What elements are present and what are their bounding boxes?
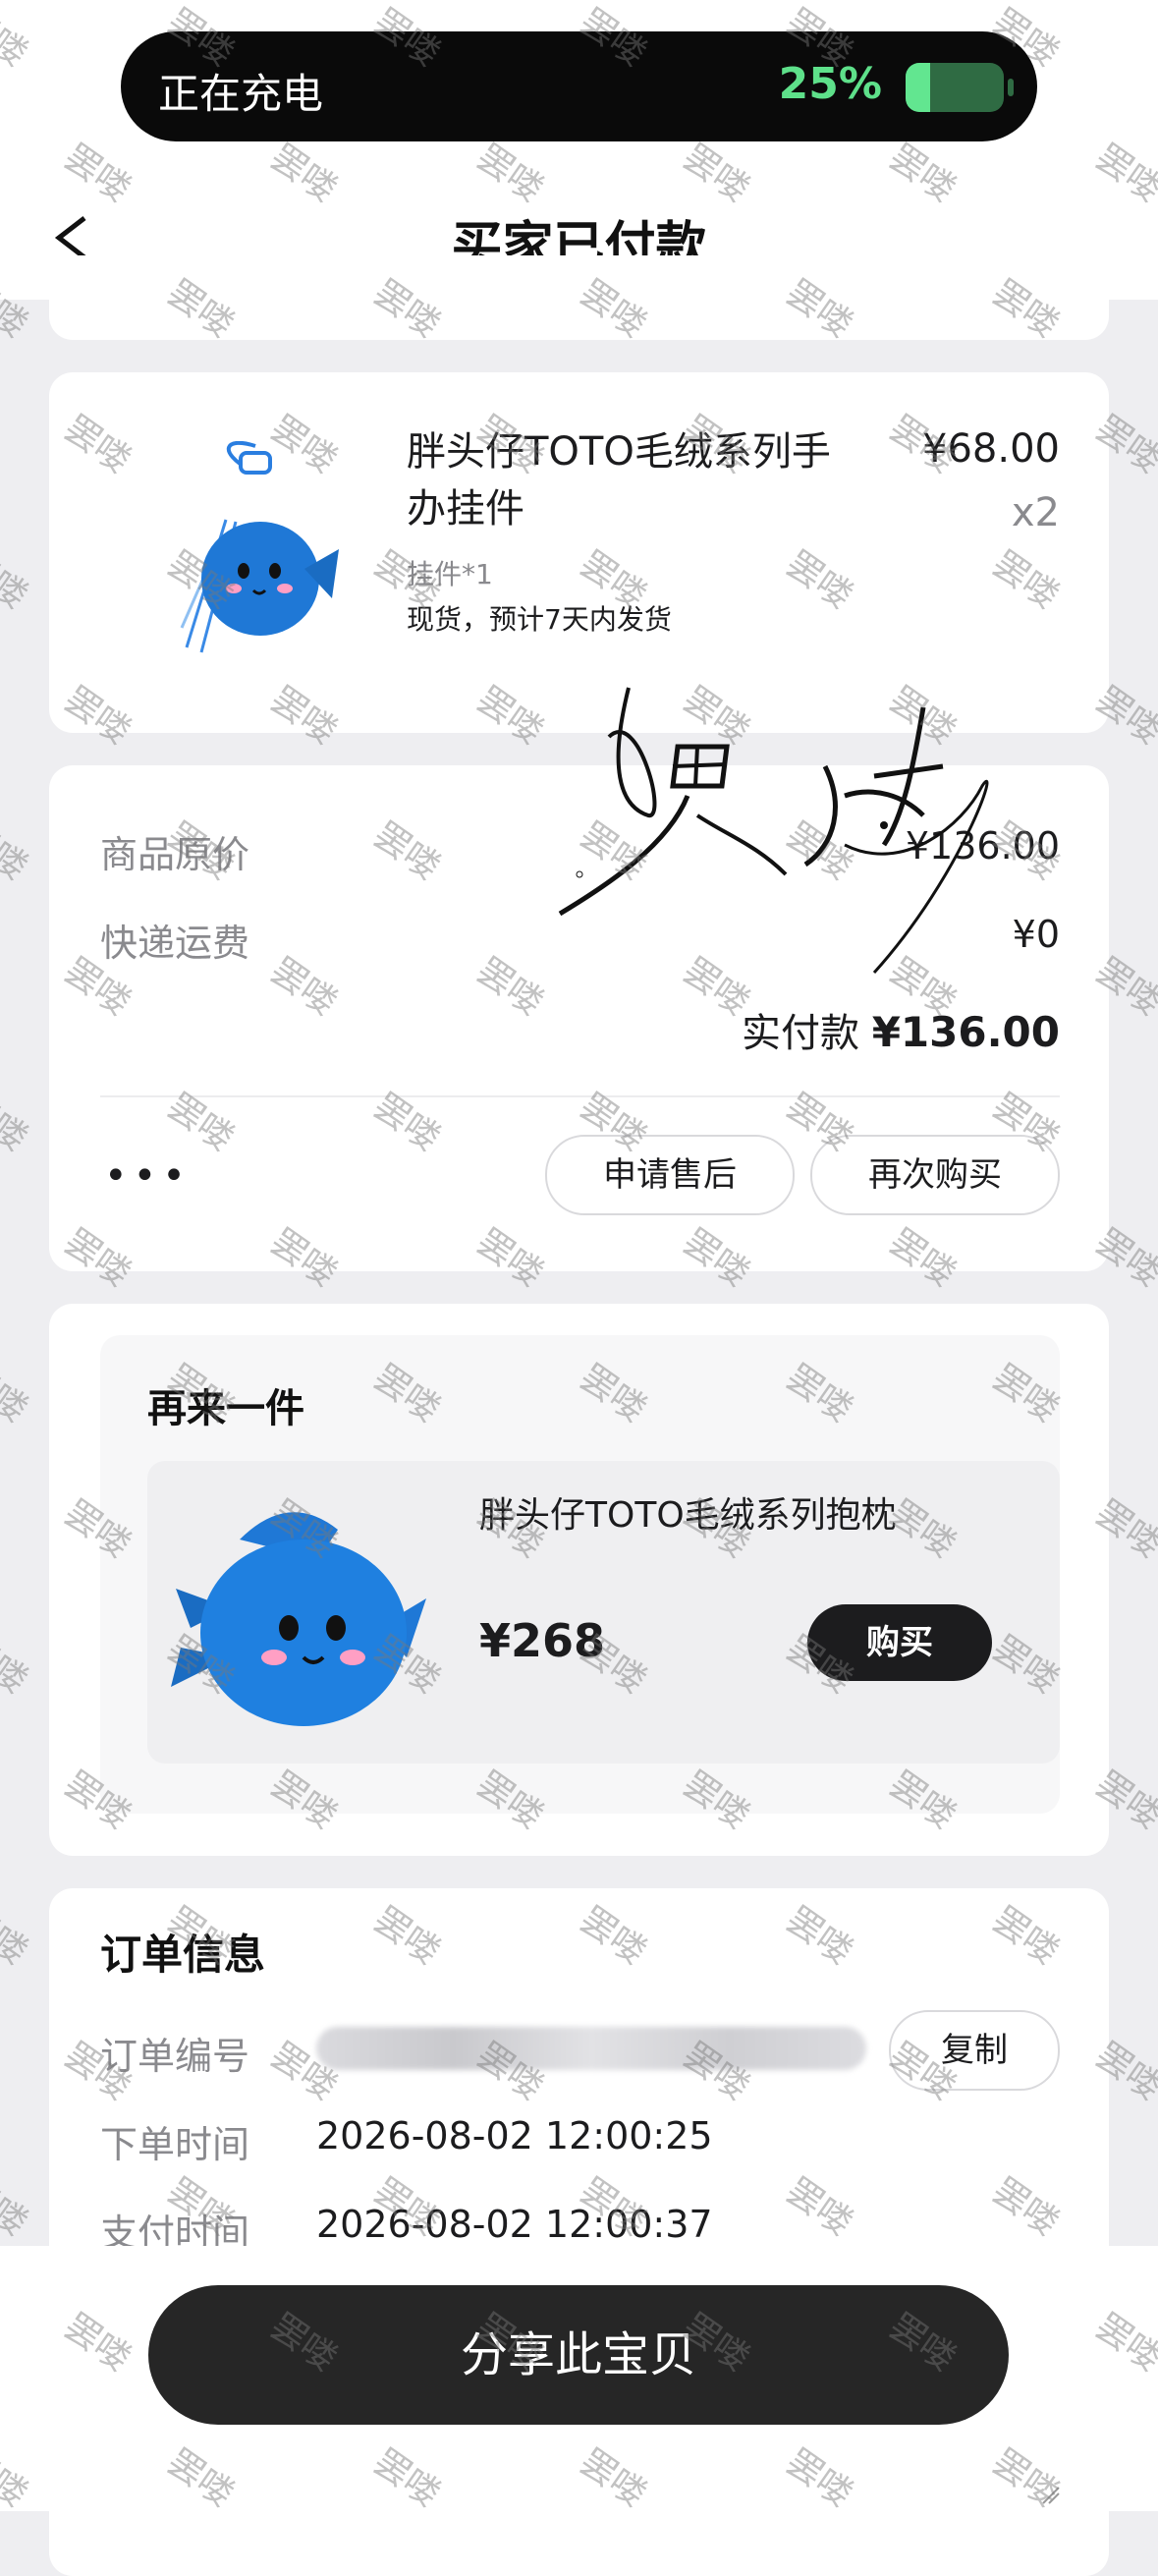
rebuy-button[interactable]: 再次购买 bbox=[810, 1135, 1060, 1215]
product-name: 胖头仔TOTO毛绒系列手办挂件 bbox=[407, 429, 831, 532]
battery-fill bbox=[906, 63, 930, 112]
watermark-text: 罢喽 bbox=[0, 814, 35, 889]
buy-again-panel: 再来一件 胖头仔TOTO毛绒系列抱枕 ¥268 购买 bbox=[100, 1335, 1060, 1814]
paid-label: 实付款 bbox=[741, 1011, 859, 1056]
copy-button[interactable]: 复制 bbox=[889, 2010, 1060, 2091]
order-time-label: 下单时间 bbox=[100, 2123, 250, 2166]
charging-label: 正在充电 bbox=[158, 70, 324, 118]
recommended-item[interactable]: 胖头仔TOTO毛绒系列抱枕 ¥268 购买 bbox=[147, 1461, 1060, 1764]
order-number-label: 订单编号 bbox=[100, 2035, 250, 2078]
watermark-text: 罢喽 bbox=[0, 2170, 35, 2245]
original-price-label: 商品原价 bbox=[100, 833, 250, 876]
order-info-title: 订单信息 bbox=[100, 1931, 266, 1979]
bottom-action-bar: 分享此宝贝 bbox=[0, 2246, 1158, 2511]
battery-percent: 25% bbox=[778, 59, 882, 109]
buy-button[interactable]: 购买 bbox=[807, 1604, 992, 1681]
product-spec: 挂件*1 bbox=[407, 558, 493, 590]
more-options-button[interactable]: ••• bbox=[104, 1153, 192, 1199]
recommended-item-price: ¥268 bbox=[479, 1614, 606, 1667]
battery-icon bbox=[906, 63, 1014, 112]
product-thumbnail bbox=[180, 441, 339, 653]
watermark-text: 罢喽 bbox=[0, 1628, 35, 1703]
battery-cap bbox=[1008, 79, 1014, 96]
buy-again-card: 再来一件 胖头仔TOTO毛绒系列抱枕 ¥268 购买 bbox=[49, 1304, 1109, 1856]
order-product-card[interactable]: 胖头仔TOTO毛绒系列手办挂件 ¥68.00 x2 挂件*1 现货，预计7天内发… bbox=[49, 372, 1109, 733]
pay-time-value: 2026-08-02 12:00:37 bbox=[316, 2203, 713, 2246]
recommended-item-image bbox=[171, 1512, 426, 1726]
charging-banner: 正在充电 25% bbox=[121, 31, 1037, 141]
previous-card-edge bbox=[49, 255, 1109, 340]
corner-indicator-icon bbox=[1042, 2487, 1060, 2504]
divider bbox=[100, 1095, 1060, 1097]
buy-again-title: 再来一件 bbox=[147, 1386, 304, 1431]
watermark-text: 罢喽 bbox=[0, 543, 35, 618]
product-price: ¥68.00 bbox=[922, 426, 1060, 472]
share-button[interactable]: 分享此宝贝 bbox=[148, 2285, 1009, 2425]
after-sale-button[interactable]: 申请售后 bbox=[545, 1135, 795, 1215]
order-time-value: 2026-08-02 12:00:25 bbox=[316, 2114, 713, 2157]
watermark-text: 罢喽 bbox=[0, 1357, 35, 1431]
price-summary-card: 商品原价 ¥136.00 快递运费 ¥0 实付款 ¥136.00 ••• 申请售… bbox=[49, 765, 1109, 1271]
watermark-text: 罢喽 bbox=[0, 1899, 35, 1974]
product-quantity: x2 bbox=[1011, 490, 1060, 535]
recommended-item-name: 胖头仔TOTO毛绒系列抱枕 bbox=[479, 1495, 897, 1536]
order-number-redacted bbox=[316, 2027, 866, 2070]
original-price-value: ¥136.00 bbox=[905, 824, 1060, 868]
paid-value: ¥136.00 bbox=[871, 1008, 1060, 1056]
watermark-text: 罢喽 bbox=[0, 1086, 35, 1160]
shipping-fee-label: 快递运费 bbox=[100, 922, 250, 965]
shipping-fee-value: ¥0 bbox=[1012, 913, 1060, 956]
paid-amount: 实付款 ¥136.00 bbox=[742, 1001, 1060, 1058]
shipping-note: 现货，预计7天内发货 bbox=[407, 603, 672, 636]
